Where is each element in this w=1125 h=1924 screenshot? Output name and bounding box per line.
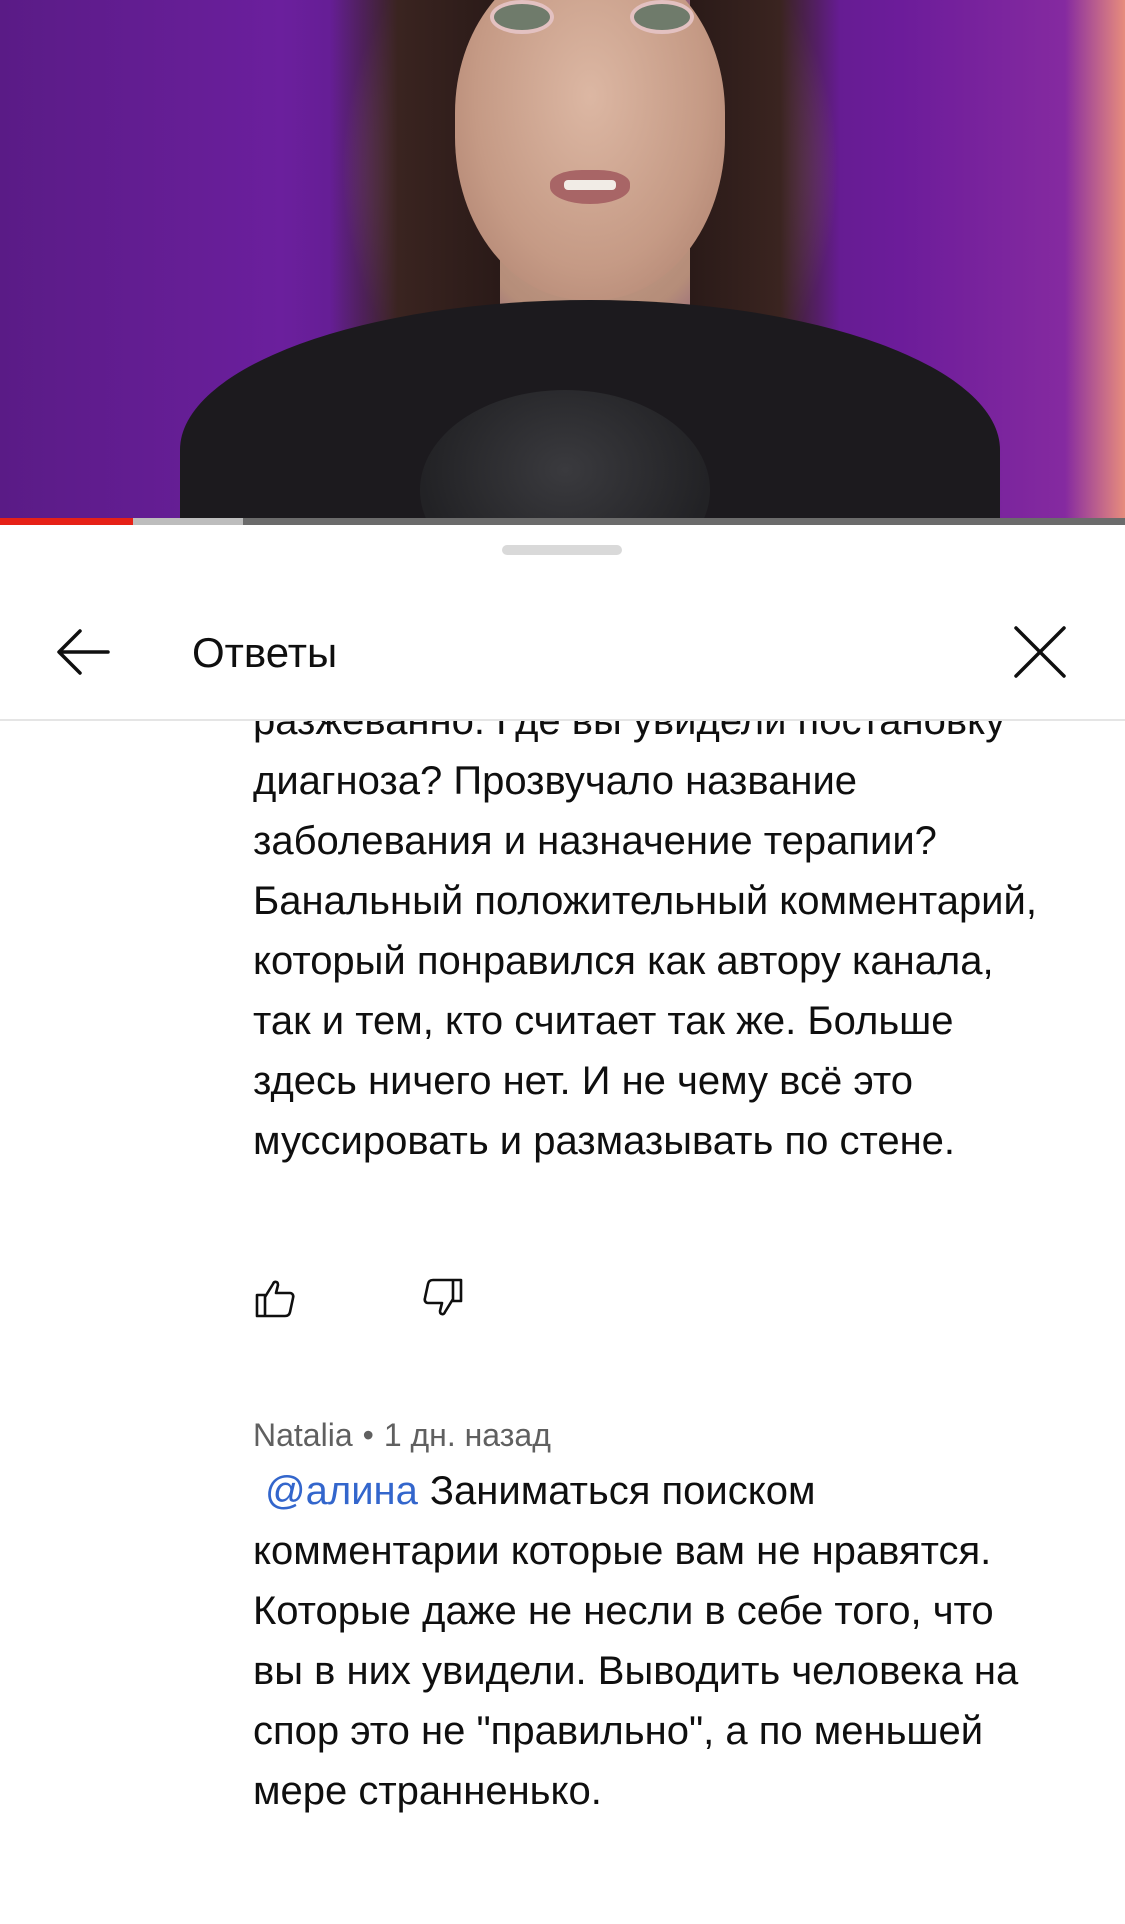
comment-actions: [253, 1276, 513, 1336]
replies-sheet: Ответы разжеванно. Где вы увидели постан…: [0, 525, 1125, 1924]
thumbs-down-icon: [423, 1278, 463, 1316]
replies-list[interactable]: разжеванно. Где вы увидели постановку ди…: [0, 721, 1125, 1924]
video-progress-bar[interactable]: [0, 518, 1125, 525]
dislike-button[interactable]: [421, 1276, 471, 1326]
reply-text: Заниматься поиском комментарии которые в…: [253, 1469, 1019, 1813]
video-frame-eye: [630, 0, 694, 34]
close-button[interactable]: [1005, 617, 1075, 687]
reply-body: @алина Заниматься поиском комментарии кот…: [253, 1461, 1053, 1821]
comment-text: разжеванно. Где вы увидели постановку ди…: [253, 721, 1037, 1163]
reply-author[interactable]: Natalia: [253, 1417, 353, 1453]
video-frame-face: [455, 0, 725, 300]
video-frame-light: [1065, 0, 1125, 525]
close-icon: [1014, 626, 1066, 678]
like-button[interactable]: [253, 1276, 303, 1326]
meta-separator: •: [362, 1417, 374, 1453]
arrow-left-icon: [57, 629, 110, 675]
video-player[interactable]: [0, 0, 1125, 525]
video-progress-fill: [0, 518, 133, 525]
reply-meta: Natalia • 1 дн. назад: [253, 1413, 551, 1457]
page-title: Ответы: [192, 629, 338, 676]
video-frame-eye: [490, 0, 554, 34]
thumbs-up-icon: [255, 1280, 295, 1318]
reply-time: 1 дн. назад: [383, 1417, 551, 1453]
sheet-drag-handle[interactable]: [502, 545, 622, 555]
replies-header: Ответы: [0, 585, 1125, 721]
video-frame-mouth: [550, 170, 630, 204]
mention-link[interactable]: @алина: [265, 1469, 418, 1513]
back-button[interactable]: [48, 617, 118, 687]
